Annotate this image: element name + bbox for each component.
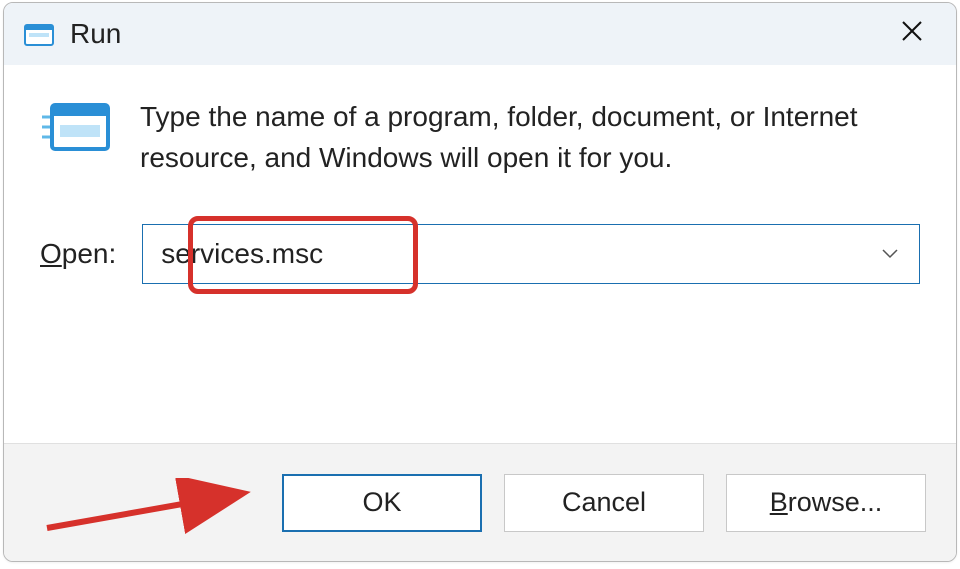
titlebar: Run [4,3,956,65]
button-bar: OK Cancel Browse... [4,443,956,561]
cancel-button-label: Cancel [562,487,646,518]
ok-button-label: OK [362,487,401,518]
browse-button[interactable]: Browse... [726,474,926,532]
ok-button[interactable]: OK [282,474,482,532]
run-large-icon [40,97,112,157]
run-dialog: Run Type the name of a program, folde [3,2,957,562]
browse-button-label: Browse... [770,487,883,518]
description-text: Type the name of a program, folder, docu… [140,97,900,178]
dialog-content: Type the name of a program, folder, docu… [4,65,956,443]
cancel-button[interactable]: Cancel [504,474,704,532]
title-left: Run [24,18,121,50]
run-icon [24,21,54,47]
open-input-value: services.msc [161,238,323,270]
window-title: Run [70,18,121,50]
open-row: Open: services.msc [40,224,920,284]
annotation-arrow-icon [39,478,269,538]
open-label: Open: [40,238,116,270]
open-combobox[interactable]: services.msc [142,224,920,284]
close-button[interactable] [890,13,934,55]
chevron-down-icon[interactable] [881,244,899,265]
description-row: Type the name of a program, folder, docu… [40,97,920,178]
